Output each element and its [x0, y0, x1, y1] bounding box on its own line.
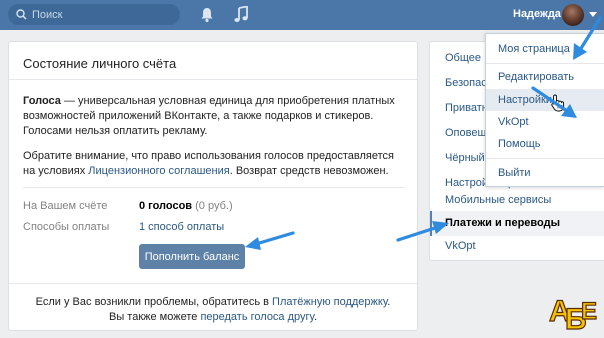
balance-amount: 0 голосов: [139, 200, 193, 212]
transfer-notice-prefix: Вы также можете: [109, 311, 201, 323]
payment-support-link[interactable]: Платёжную поддержку: [272, 296, 387, 308]
account-balance-card: Состояние личного счёта Голоса — универс…: [8, 41, 418, 331]
music-note-icon[interactable]: [234, 6, 248, 23]
search-input[interactable]: [32, 6, 172, 23]
divider: [486, 158, 604, 159]
avatar[interactable]: [562, 4, 584, 26]
transfer-notice: Вы также можете передать голоса другу.: [9, 311, 417, 323]
top-up-balance-button[interactable]: Пополнить баланс: [139, 244, 245, 269]
settings-menu-mobile[interactable]: Мобильные сервисы: [430, 188, 604, 213]
votes-description-text: — универсальная условная единица для при…: [23, 95, 395, 137]
dropdown-edit[interactable]: Редактировать: [486, 66, 604, 88]
votes-term: Голоса: [23, 95, 61, 107]
support-notice-suffix: .: [387, 296, 391, 308]
bell-icon[interactable]: [200, 7, 214, 23]
divider: [9, 79, 417, 80]
dropdown-vkopt[interactable]: VkOpt: [486, 111, 604, 133]
divider: [23, 187, 405, 188]
transfer-notice-suffix: .: [313, 311, 317, 323]
hand-cursor-icon: [551, 94, 565, 112]
divider: [9, 283, 417, 284]
transfer-votes-link[interactable]: передать голоса другу: [200, 311, 314, 323]
watermark-logo: А Б Е: [548, 294, 597, 333]
dropdown-logout[interactable]: Выйти: [486, 162, 604, 184]
support-notice-prefix: Если у Вас возникли проблемы, обратитесь…: [35, 296, 273, 308]
divider: [486, 63, 604, 64]
search-icon: [16, 9, 27, 20]
payment-methods-link[interactable]: 1 способ оплаты: [139, 221, 224, 233]
license-agreement-link[interactable]: Лицензионного соглашения: [88, 165, 229, 177]
balance-rub: (0 руб.): [192, 200, 233, 212]
votes-description: Голоса — универсальная условная единица …: [23, 94, 407, 139]
license-notice: Обратите внимание, что право использован…: [23, 149, 407, 179]
payment-methods-label: Способы оплаты: [23, 221, 110, 233]
top-bar: Надежда: [0, 0, 604, 30]
dropdown-help[interactable]: Помощь: [486, 133, 604, 155]
license-notice-suffix: . Возврат средств невозможен.: [229, 165, 389, 177]
svg-text:Е: Е: [581, 298, 597, 325]
user-name[interactable]: Надежда: [513, 8, 561, 20]
balance-value: 0 голосов (0 руб.): [139, 200, 233, 212]
settings-menu-vkopt[interactable]: VkOpt: [430, 234, 604, 259]
dropdown-my-page[interactable]: Моя страница: [486, 38, 604, 60]
support-notice: Если у Вас возникли проблемы, обратитесь…: [9, 296, 417, 308]
dropdown-settings[interactable]: Настройки: [486, 89, 604, 111]
settings-menu-payments[interactable]: Платежи и переводы: [430, 211, 604, 236]
chevron-down-icon[interactable]: [589, 12, 597, 17]
page-title: Состояние личного счёта: [23, 56, 177, 71]
user-dropdown: Моя страница Редактировать Настройки VkO…: [485, 33, 604, 187]
search-box[interactable]: [8, 4, 180, 25]
balance-label: На Вашем счёте: [23, 200, 108, 212]
